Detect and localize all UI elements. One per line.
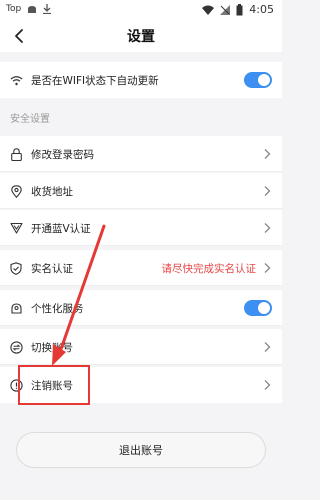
no-signal-icon — [220, 4, 231, 15]
user-cloud-icon — [9, 301, 23, 315]
lock-icon — [9, 147, 23, 161]
switch-icon — [9, 340, 23, 354]
real-name-verification-row[interactable]: 实名认证 请尽快完成实名认证 — [0, 250, 282, 286]
real-name-verification-label: 实名认证 — [31, 262, 73, 275]
personalized-service-row[interactable]: 个性化服务 — [0, 290, 282, 326]
wifi-auto-update-toggle[interactable] — [244, 72, 272, 88]
logout-button[interactable]: 退出账号 — [16, 432, 266, 468]
chevron-right-icon — [264, 149, 271, 159]
chevron-right-icon — [264, 380, 271, 390]
v-shield-icon — [9, 221, 23, 235]
notification-icon — [28, 5, 37, 13]
change-password-row[interactable]: 修改登录密码 — [0, 136, 282, 172]
personalized-service-toggle[interactable] — [244, 300, 272, 316]
chevron-right-icon — [264, 263, 271, 273]
chevron-right-icon — [264, 342, 271, 352]
blue-v-verification-label: 开通蓝V认证 — [31, 222, 91, 235]
annotation-highlight-box — [18, 365, 90, 405]
personalized-service-label: 个性化服务 — [31, 302, 84, 315]
wifi-icon — [9, 73, 23, 87]
status-bar: Top 4:05 — [0, 0, 282, 20]
location-pin-icon — [9, 184, 23, 198]
chevron-right-icon — [264, 223, 271, 233]
wifi-auto-update-row[interactable]: 是否在WIFI状态下自动更新 — [0, 62, 282, 98]
switch-account-row[interactable]: 切换账号 — [0, 329, 282, 365]
blue-v-verification-row[interactable]: 开通蓝V认证 — [0, 210, 282, 246]
section-header-security: 安全设置 — [10, 114, 50, 125]
download-icon — [43, 4, 52, 14]
wifi-auto-update-label: 是否在WIFI状态下自动更新 — [31, 74, 159, 87]
battery-icon — [236, 3, 243, 15]
nav-bar: 设置 — [0, 20, 282, 52]
shipping-address-label: 收货地址 — [31, 185, 73, 198]
switch-account-label: 切换账号 — [31, 341, 73, 354]
change-password-label: 修改登录密码 — [31, 148, 94, 161]
chevron-right-icon — [264, 186, 271, 196]
carrier-text: Top — [6, 4, 22, 14]
real-name-warning-text: 请尽快完成实名认证 — [161, 262, 257, 275]
wifi-status-icon — [202, 5, 215, 15]
verify-shield-icon — [9, 261, 23, 275]
status-time: 4:05 — [249, 3, 274, 16]
shipping-address-row[interactable]: 收货地址 — [0, 173, 282, 209]
page-title: 设置 — [127, 29, 155, 45]
